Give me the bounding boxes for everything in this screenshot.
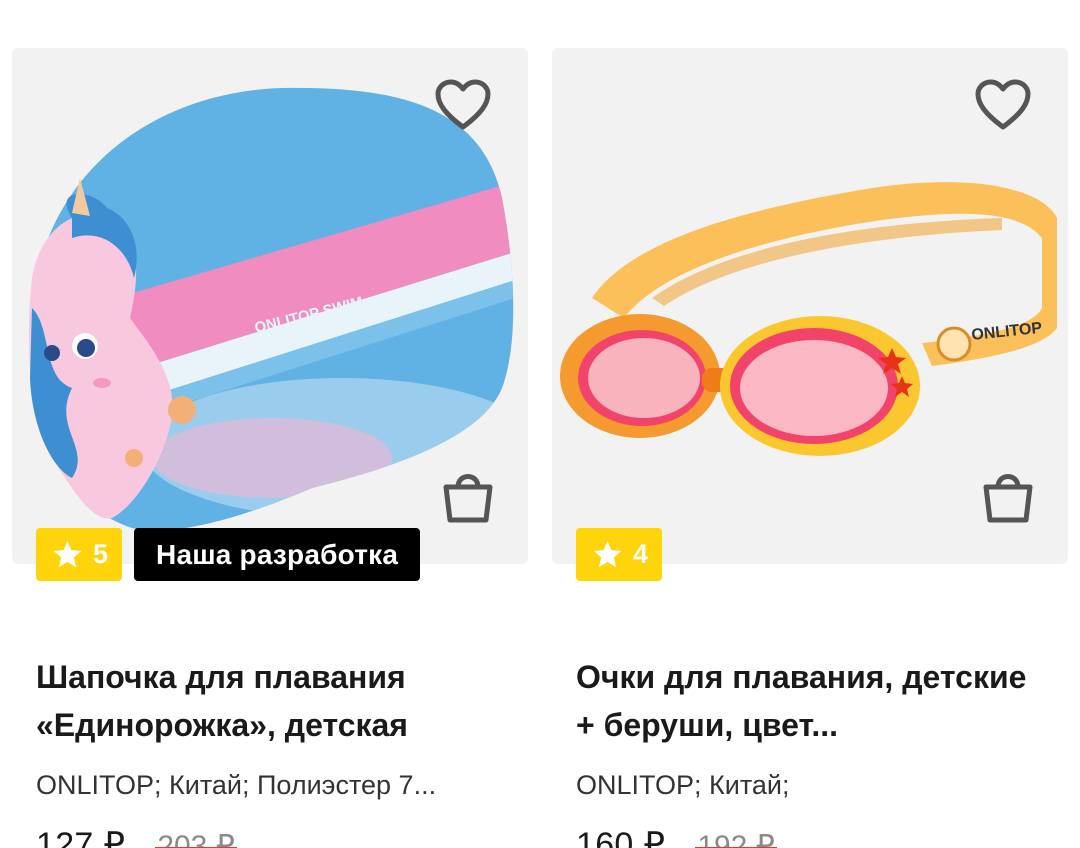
add-to-cart-button[interactable] — [976, 462, 1040, 528]
current-price: 127 ₽ — [36, 826, 126, 848]
old-price: 203 ₽ — [155, 829, 238, 848]
badges-row: 4 — [576, 528, 663, 581]
star-icon — [593, 540, 622, 568]
old-price: 192 ₽ — [695, 829, 778, 848]
rating-badge: 4 — [576, 528, 663, 581]
own-development-badge: Наша разработка — [134, 528, 421, 581]
product-title[interactable]: Очки для плавания, детские + беруши, цве… — [576, 653, 1044, 749]
current-price: 160 ₽ — [576, 826, 666, 848]
star-icon — [53, 540, 82, 568]
shopping-bag-icon — [983, 474, 1033, 523]
rating-badge: 5 — [36, 528, 123, 581]
favorite-button[interactable] — [432, 74, 494, 136]
product-card[interactable]: ONLITOP 4 Очки для плавания, детские + б… — [552, 48, 1068, 848]
product-card[interactable]: ONLITOP SWIM 5 Наша разработка Шапочка д… — [12, 48, 528, 848]
product-meta: ONLITOP; Китай; Полиэстер 7... — [36, 770, 437, 800]
rating-value: 4 — [633, 539, 649, 569]
product-grid: ONLITOP SWIM 5 Наша разработка Шапочка д… — [0, 0, 1080, 848]
product-title[interactable]: Шапочка для плавания «Единорожка», детск… — [36, 653, 504, 749]
heart-outline-icon — [975, 79, 1031, 130]
product-meta: ONLITOP; Китай; — [576, 770, 790, 800]
rating-value: 5 — [93, 539, 109, 569]
add-to-cart-button[interactable] — [436, 462, 500, 528]
price-row: 160 ₽ 192 ₽ — [576, 825, 1044, 848]
heart-outline-icon — [435, 79, 491, 130]
badges-row: 5 Наша разработка — [36, 528, 421, 581]
product-image-container[interactable]: ONLITOP SWIM — [12, 48, 528, 564]
product-image-container[interactable]: ONLITOP — [552, 48, 1068, 564]
favorite-button[interactable] — [972, 74, 1034, 136]
shopping-bag-icon — [443, 474, 493, 523]
price-row: 127 ₽ 203 ₽ — [36, 825, 504, 848]
